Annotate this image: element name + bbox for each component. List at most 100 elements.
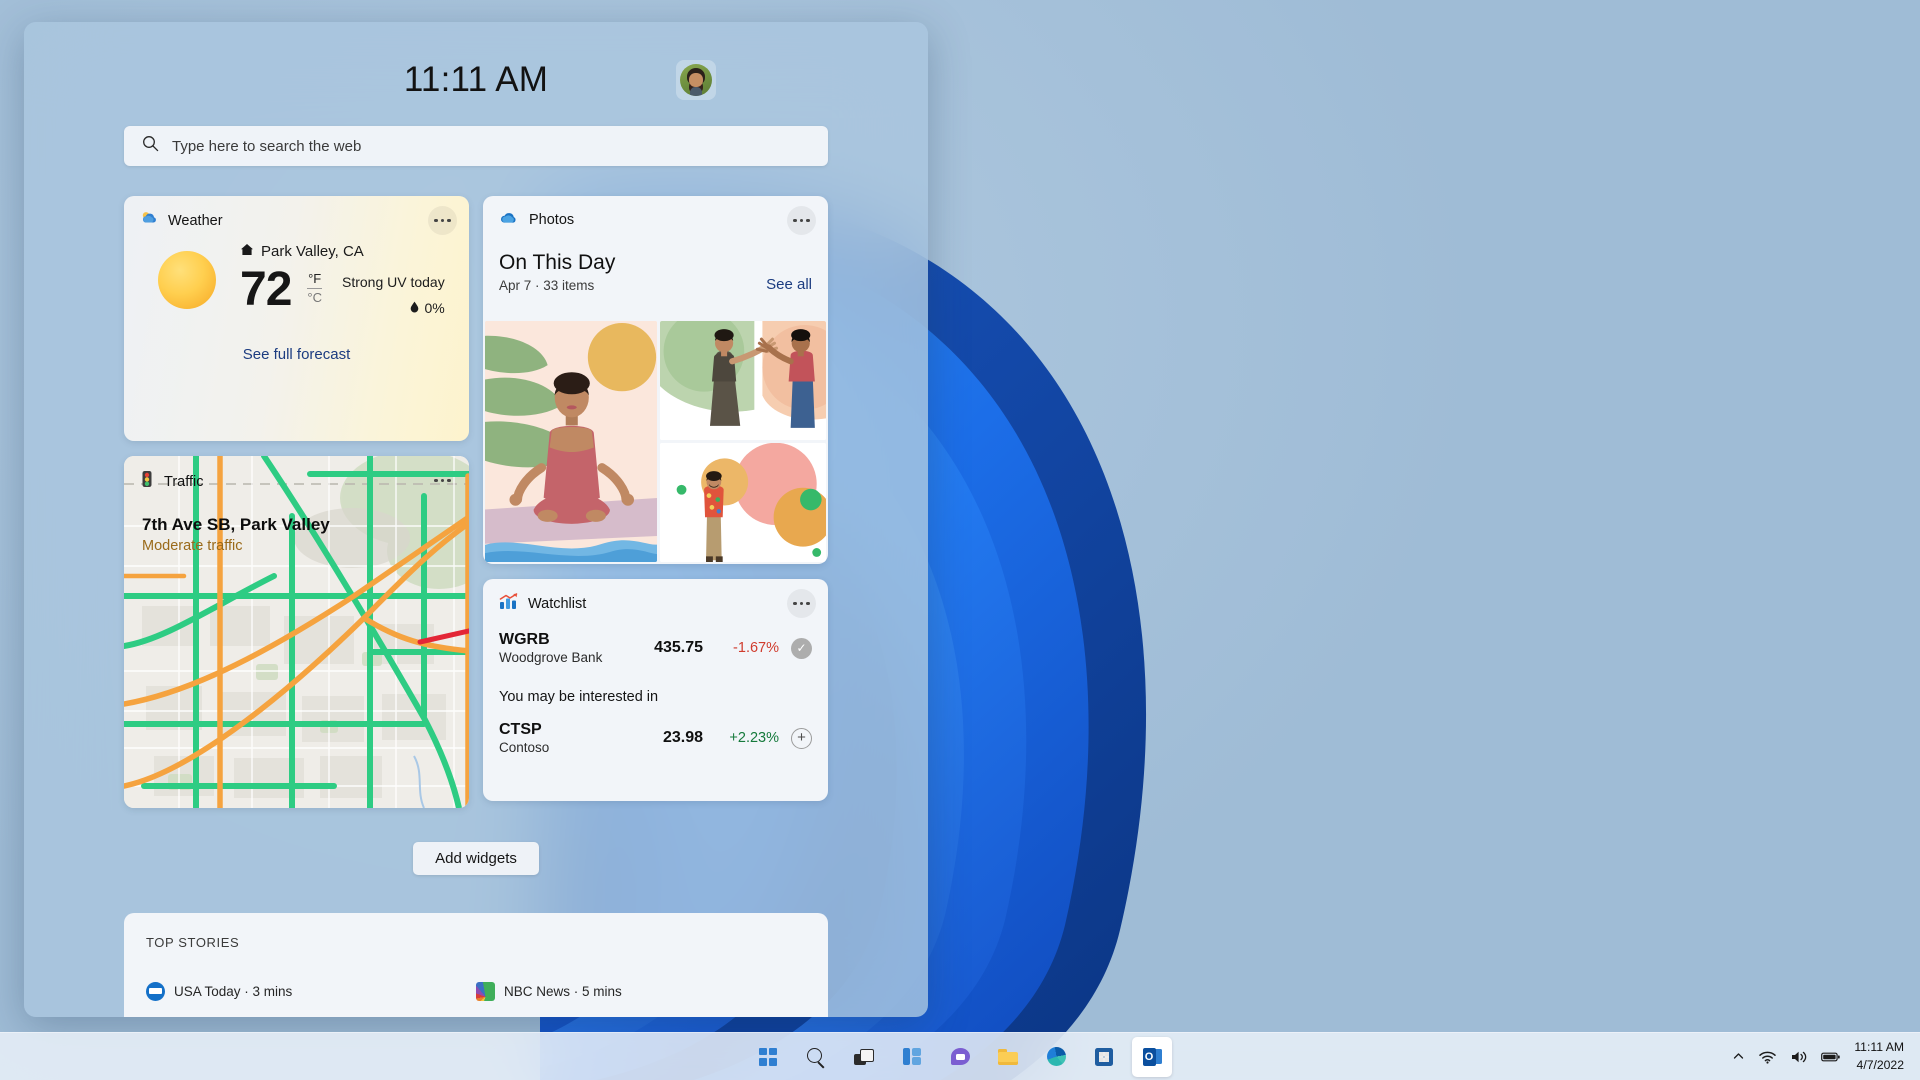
photos-headline: On This Day xyxy=(483,229,828,275)
start-button[interactable] xyxy=(748,1037,788,1077)
task-view-button[interactable] xyxy=(844,1037,884,1077)
weather-location-row: Park Valley, CA xyxy=(240,243,453,260)
traffic-more-button[interactable] xyxy=(428,466,457,495)
widgets-button[interactable] xyxy=(892,1037,932,1077)
widget-grid: Weather xyxy=(124,196,828,808)
search-input[interactable] xyxy=(172,138,810,155)
edge-icon xyxy=(1047,1047,1066,1066)
search-icon xyxy=(807,1048,825,1066)
widgets-panel: 11:11 AM xyxy=(24,22,928,1017)
news-item[interactable]: USA Today · 3 mins xyxy=(146,982,476,1001)
watchlist-more-button[interactable] xyxy=(787,589,816,618)
show-hidden-icons-button[interactable] xyxy=(1732,1050,1745,1063)
chat-button[interactable] xyxy=(940,1037,980,1077)
traffic-light-icon xyxy=(140,470,154,493)
photo-tile-meditation[interactable] xyxy=(485,321,657,562)
stock-symbol: CTSP xyxy=(499,721,627,739)
weather-temp-row: 72 °F °C Strong UV today xyxy=(240,266,453,316)
news-source: USA Today · 3 mins xyxy=(174,984,292,999)
stock-change: +2.23% xyxy=(703,730,779,746)
watchlist-row-0[interactable]: WGRB Woodgrove Bank 435.75 -1.67% ✓ xyxy=(483,631,828,665)
volume-icon[interactable] xyxy=(1790,1050,1807,1064)
stock-price: 23.98 xyxy=(627,729,703,747)
weather-location: Park Valley, CA xyxy=(261,243,364,260)
stock-price: 435.75 xyxy=(627,639,703,657)
search-button[interactable] xyxy=(796,1037,836,1077)
photos-subtitle-row: Apr 7 · 33 items See all xyxy=(483,275,828,293)
search-icon xyxy=(142,135,159,157)
weather-more-button[interactable] xyxy=(428,206,457,235)
onedrive-cloud-icon xyxy=(499,210,519,229)
edge-button[interactable] xyxy=(1036,1037,1076,1077)
traffic-widget[interactable]: Traffic 7th Ave SB, Park Valley Moderate… xyxy=(124,456,469,808)
task-view-icon xyxy=(854,1049,874,1065)
avatar-photo xyxy=(680,64,712,96)
taskbar: 11:11 AM 4/7/2022 xyxy=(0,1032,1920,1080)
windows-logo-icon xyxy=(759,1048,777,1066)
weather-precipitation: 0% xyxy=(424,300,444,316)
stocks-chart-icon xyxy=(499,593,518,615)
photo-tile-column xyxy=(660,321,827,562)
watchlist-widget[interactable]: Watchlist WGRB Woodgrove Bank 435.75 -1.… xyxy=(483,579,828,801)
add-widgets-button[interactable]: Add widgets xyxy=(413,842,539,875)
network-wifi-icon[interactable] xyxy=(1759,1050,1776,1064)
photos-widget-title: Photos xyxy=(529,212,574,228)
weather-unit-f: °F xyxy=(307,271,322,287)
folder-icon xyxy=(998,1049,1018,1065)
raindrop-icon xyxy=(410,300,419,316)
battery-icon[interactable] xyxy=(1821,1051,1840,1063)
weather-details: Park Valley, CA 72 °F °C Stron xyxy=(240,243,453,316)
top-stories-row: USA Today · 3 mins NBC News · 5 mins xyxy=(146,982,806,1001)
watchlist-row-1[interactable]: CTSP Contoso 23.98 +2.23% + xyxy=(483,721,828,755)
weather-meta: Strong UV today 0% xyxy=(342,274,445,316)
traffic-status: Moderate traffic xyxy=(142,538,453,554)
outlook-icon xyxy=(1143,1048,1162,1066)
top-stories-section: TOP STORIES USA Today · 3 mins NBC News … xyxy=(124,913,828,1017)
weather-temperature: 72 xyxy=(240,266,291,314)
weather-precipitation-row: 0% xyxy=(342,300,445,316)
photos-widget[interactable]: Photos On This Day Apr 7 · 33 items See … xyxy=(483,196,828,564)
usa-today-logo-icon xyxy=(146,982,165,1001)
stock-identity: CTSP Contoso xyxy=(499,721,627,755)
weather-units[interactable]: °F °C xyxy=(307,271,322,307)
widget-column-left: Weather xyxy=(124,196,469,808)
weather-condition: Strong UV today xyxy=(342,274,445,290)
weather-widget[interactable]: Weather xyxy=(124,196,469,441)
taskbar-time: 11:11 AM xyxy=(1854,1039,1904,1056)
stock-symbol: WGRB xyxy=(499,631,627,649)
store-button[interactable] xyxy=(1084,1037,1124,1077)
outlook-button[interactable] xyxy=(1132,1037,1172,1077)
traffic-widget-header: Traffic xyxy=(124,456,469,493)
widget-column-right: Photos On This Day Apr 7 · 33 items See … xyxy=(483,196,828,808)
stock-company: Woodgrove Bank xyxy=(499,650,627,665)
photos-see-all-link[interactable]: See all xyxy=(766,276,812,293)
see-full-forecast-link[interactable]: See full forecast xyxy=(124,346,469,363)
photo-tile-highfive[interactable] xyxy=(660,321,827,440)
home-icon xyxy=(240,243,254,260)
traffic-info: 7th Ave SB, Park Valley Moderate traffic xyxy=(124,493,469,554)
nbc-news-logo-icon xyxy=(476,982,495,1001)
weather-icon xyxy=(140,210,158,231)
desktop-background: 11:11 AM xyxy=(0,0,1920,1080)
widgets-icon xyxy=(903,1048,922,1065)
taskbar-center-group xyxy=(748,1037,1172,1077)
stock-change: -1.67% xyxy=(703,640,779,656)
add-to-watchlist-button[interactable]: + xyxy=(791,728,812,749)
watchlist-widget-header: Watchlist xyxy=(483,579,828,615)
photos-more-button[interactable] xyxy=(787,206,816,235)
photos-subtitle: Apr 7 · 33 items xyxy=(499,278,594,293)
avatar[interactable] xyxy=(676,60,716,100)
weather-body: Park Valley, CA 72 °F °C Stron xyxy=(124,231,469,316)
file-explorer-button[interactable] xyxy=(988,1037,1028,1077)
top-stories-header: TOP STORIES xyxy=(146,935,806,950)
chat-icon xyxy=(951,1048,970,1065)
system-tray: 11:11 AM 4/7/2022 xyxy=(1732,1033,1910,1080)
search-box[interactable] xyxy=(124,126,828,166)
traffic-widget-title: Traffic xyxy=(164,474,203,490)
store-icon xyxy=(1095,1048,1113,1066)
remove-from-watchlist-button[interactable]: ✓ xyxy=(791,638,812,659)
news-item[interactable]: NBC News · 5 mins xyxy=(476,982,806,1001)
photo-tile-man[interactable] xyxy=(660,443,827,562)
taskbar-clock[interactable]: 11:11 AM 4/7/2022 xyxy=(1854,1039,1904,1073)
unit-divider xyxy=(307,288,322,289)
